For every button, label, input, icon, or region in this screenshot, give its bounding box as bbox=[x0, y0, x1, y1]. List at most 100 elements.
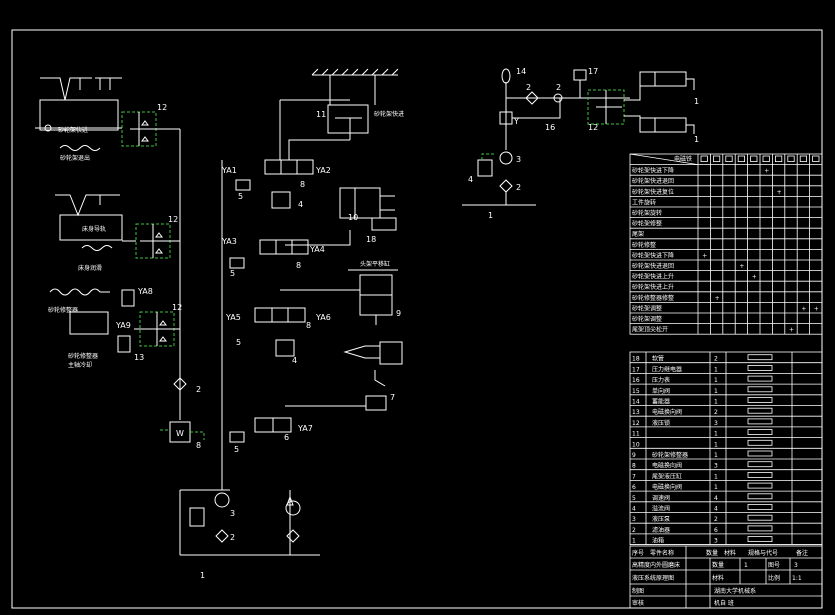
part-no: 4 bbox=[632, 506, 636, 513]
hydraulic-schematic: 砂轮架快进 砂轮架退出 12 床身导轨 床身润滑 12 砂轮修整器 砂轮修整器 … bbox=[11, 29, 823, 609]
row-label: 工件旋转 bbox=[632, 198, 656, 206]
title-block: 序号 零件名称 数量 材料 规格与代号 备注 高精度内外圆磨床 液压系统原理图 … bbox=[629, 545, 823, 609]
part-name: 液压泵 bbox=[652, 515, 670, 523]
svg-text:14: 14 bbox=[516, 67, 526, 76]
part-qty: 3 bbox=[714, 538, 718, 545]
svg-text:YA7: YA7 bbox=[297, 424, 313, 433]
part-no: 1 bbox=[632, 538, 636, 545]
svg-text:材料: 材料 bbox=[724, 549, 736, 557]
row-label: 砂轮架快进上升 bbox=[632, 283, 674, 291]
part-qty: 1 bbox=[714, 388, 718, 395]
svg-text:16: 16 bbox=[545, 123, 555, 132]
row-label: 尾架顶尖松开 bbox=[632, 326, 668, 334]
svg-text:YA1: YA1 bbox=[221, 166, 237, 175]
svg-text:12: 12 bbox=[157, 103, 167, 112]
part-spec bbox=[747, 504, 773, 510]
part-no: 6 bbox=[632, 484, 636, 491]
svg-text:制图: 制图 bbox=[632, 587, 644, 595]
row-label: 砂轮架快进退回 bbox=[632, 177, 674, 185]
svg-text:6: 6 bbox=[284, 433, 289, 442]
svg-text:13: 13 bbox=[134, 353, 144, 362]
plus-mark: + bbox=[702, 252, 707, 259]
header-cell bbox=[775, 155, 783, 162]
svg-text:YA5: YA5 bbox=[225, 313, 241, 322]
svg-text:湖南大学机械系: 湖南大学机械系 bbox=[714, 587, 756, 595]
part-no: 10 bbox=[632, 441, 640, 448]
plus-mark: + bbox=[777, 189, 782, 196]
svg-text:W: W bbox=[176, 429, 184, 438]
row-label: 砂轮修整器修整 bbox=[632, 294, 674, 302]
svg-text:YA2: YA2 bbox=[315, 166, 331, 175]
part-qty: 1 bbox=[714, 441, 718, 448]
row-label: 砂轮架快进复位 bbox=[632, 188, 674, 196]
plus-mark: + bbox=[739, 263, 744, 270]
part-name: 油箱 bbox=[652, 537, 664, 545]
part-no: 5 bbox=[632, 495, 636, 502]
right-circuit: 14 2 2 Y 16 17 12 1 1 3 4 2 1 bbox=[462, 67, 699, 220]
part-spec bbox=[747, 397, 773, 403]
header-cell bbox=[725, 155, 733, 162]
svg-text:零件名称: 零件名称 bbox=[650, 549, 674, 557]
part-name: 软管 bbox=[652, 355, 664, 363]
part-spec bbox=[747, 386, 773, 393]
plus-mark: + bbox=[764, 168, 769, 175]
part-name: 电磁换向阀 bbox=[652, 462, 682, 470]
svg-text:砂轮修整器: 砂轮修整器 bbox=[68, 352, 98, 360]
part-qty: 1 bbox=[714, 473, 718, 480]
svg-text:床身润滑: 床身润滑 bbox=[78, 264, 102, 272]
svg-text:8: 8 bbox=[196, 441, 201, 450]
part-no: 14 bbox=[632, 399, 640, 406]
svg-text:2: 2 bbox=[516, 183, 521, 192]
part-spec bbox=[747, 482, 773, 489]
svg-text:序号: 序号 bbox=[632, 549, 644, 557]
svg-text:2: 2 bbox=[556, 83, 561, 92]
part-name: 压力继电器 bbox=[652, 365, 682, 373]
row-label: 砂轮架快进下降 bbox=[632, 251, 674, 259]
header-cell bbox=[750, 155, 758, 162]
header-cell bbox=[700, 155, 708, 162]
row-label: 尾架 bbox=[632, 230, 644, 238]
drawing-canvas: 砂轮架快进 砂轮架退出 12 床身导轨 床身润滑 12 砂轮修整器 砂轮修整器 … bbox=[0, 0, 835, 615]
part-spec bbox=[747, 525, 773, 532]
parts-list: 18 软管 217 压力继电器 116 压力表 115 单向阀 114 蓄能器 113 电磁换向阀 21… bbox=[629, 351, 823, 546]
svg-text:7: 7 bbox=[390, 393, 395, 402]
part-no: 11 bbox=[632, 431, 640, 438]
svg-text:17: 17 bbox=[588, 67, 598, 76]
part-no: 9 bbox=[632, 452, 636, 459]
row-label: 砂轮架修整 bbox=[632, 220, 662, 228]
svg-text:3: 3 bbox=[516, 155, 521, 164]
part-spec bbox=[747, 450, 773, 457]
part-name: 尾架液压缸 bbox=[652, 472, 682, 480]
svg-text:床身导轨: 床身导轨 bbox=[82, 225, 106, 233]
part-spec bbox=[747, 536, 773, 542]
part-qty: 2 bbox=[714, 409, 718, 416]
svg-text:图号: 图号 bbox=[768, 562, 780, 569]
part-name: 电磁换向阀 bbox=[652, 483, 682, 491]
part-qty: 3 bbox=[714, 463, 718, 470]
part-qty: 2 bbox=[714, 356, 718, 363]
svg-text:1: 1 bbox=[694, 97, 699, 106]
header-cell bbox=[812, 155, 820, 162]
plus-mark: + bbox=[789, 327, 794, 334]
part-qty: 1 bbox=[714, 366, 718, 373]
svg-text:液压系统原理图: 液压系统原理图 bbox=[632, 574, 674, 582]
svg-text:1:1: 1:1 bbox=[792, 575, 802, 582]
svg-text:2: 2 bbox=[196, 385, 201, 394]
svg-text:数量: 数量 bbox=[712, 561, 724, 569]
part-no: 16 bbox=[632, 377, 640, 384]
svg-text:1: 1 bbox=[200, 571, 205, 580]
svg-text:YA9: YA9 bbox=[115, 321, 131, 330]
svg-text:规格与代号: 规格与代号 bbox=[748, 549, 778, 557]
svg-text:YA8: YA8 bbox=[137, 287, 153, 296]
plus-mark: + bbox=[814, 305, 819, 312]
part-name: 蓄能器 bbox=[652, 398, 670, 406]
part-name: 溢流阀 bbox=[652, 505, 670, 513]
svg-text:12: 12 bbox=[172, 303, 182, 312]
part-spec bbox=[747, 461, 773, 468]
svg-text:砂轮架快进: 砂轮架快进 bbox=[58, 126, 88, 134]
plus-mark: + bbox=[752, 274, 757, 281]
part-name: 压力表 bbox=[652, 376, 670, 384]
part-spec bbox=[747, 354, 773, 361]
svg-text:主轴冷却: 主轴冷却 bbox=[68, 361, 92, 369]
action-table: 电磁铁砂轮架快进下降 + 砂轮架快进退回砂轮架快进复位 + 工件旋转砂轮架旋转砂轮架修整… bbox=[629, 153, 823, 335]
